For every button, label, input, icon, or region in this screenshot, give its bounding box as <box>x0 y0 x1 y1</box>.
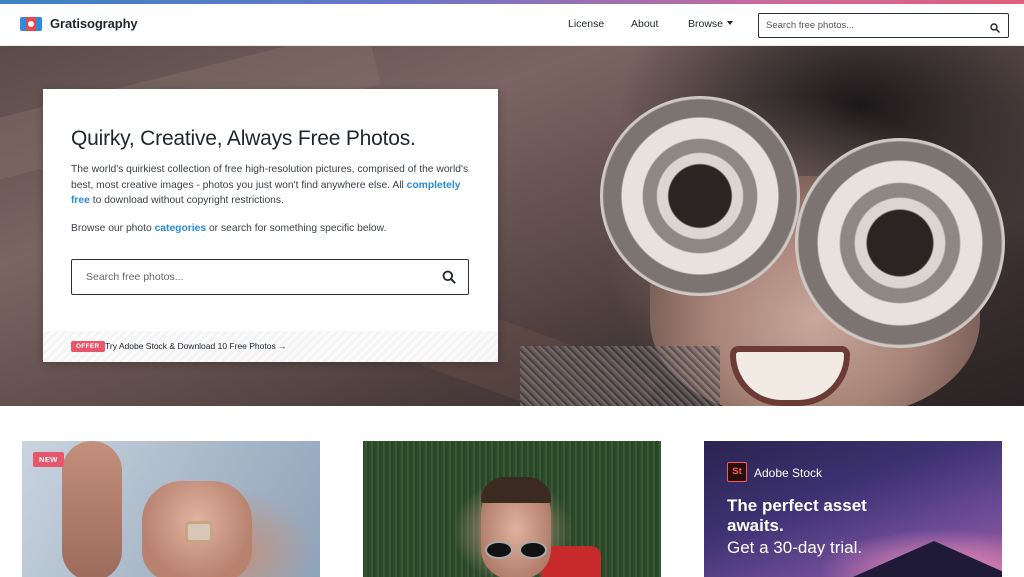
search-icon[interactable] <box>990 20 1000 38</box>
browse-text: Browse our photo <box>71 223 155 234</box>
adobe-stock-logo-icon: St <box>727 462 747 482</box>
header-search-input[interactable] <box>766 18 976 33</box>
browse-categories-text: Browse our photo categories or search fo… <box>71 223 386 234</box>
hero-description: The world's quirkiest collection of free… <box>71 162 476 209</box>
hero-description-text: to download without copyright restrictio… <box>89 195 284 206</box>
categories-link[interactable]: categories <box>155 223 207 234</box>
nav-browse-label: Browse <box>688 18 724 30</box>
photo-tile-sunglasses-man[interactable] <box>363 441 661 577</box>
tile-photo-sunglasses <box>485 541 513 559</box>
arrow-right-icon: → <box>278 341 287 351</box>
offer-text: Try Adobe Stock & Download 10 Free Photo… <box>105 341 276 351</box>
site-header: Gratisography License About Browse <box>0 4 1024 46</box>
tile-photo-arm <box>62 441 122 577</box>
ad-headline: The perfect asset awaits. <box>727 496 867 535</box>
hero-photo-jacket <box>520 346 720 406</box>
logo-icon <box>20 16 42 31</box>
tile-photo-sunglasses <box>519 541 547 559</box>
adobe-stock-offer-link[interactable]: Try Adobe Stock & Download 10 Free Photo… <box>105 341 287 351</box>
header-search-box <box>758 13 1009 38</box>
hero-search-input[interactable] <box>86 270 416 284</box>
hero-photo-goggle-right <box>795 138 1005 348</box>
site-logo[interactable]: Gratisography <box>20 16 138 31</box>
photo-tile-fist-ring[interactable]: NEW <box>22 441 320 577</box>
nav-license-link[interactable]: License <box>568 18 604 30</box>
tile-photo-ring <box>185 521 213 543</box>
adobe-stock-ad-tile[interactable]: St Adobe Stock The perfect asset awaits.… <box>704 441 1002 577</box>
nav-browse-dropdown[interactable]: Browse <box>688 18 734 30</box>
brand-name: Gratisography <box>50 16 138 31</box>
hero-search-box <box>71 259 469 295</box>
tile-photo-hair <box>481 477 551 503</box>
hero-title: Quirky, Creative, Always Free Photos. <box>71 127 416 150</box>
search-icon[interactable] <box>442 270 456 289</box>
hero-photo-goggle-left <box>600 96 800 296</box>
chevron-down-icon <box>727 21 734 25</box>
adobe-stock-name: Adobe Stock <box>754 466 823 480</box>
offer-badge: OFFER <box>71 341 105 352</box>
hero-card: Quirky, Creative, Always Free Photos. Th… <box>43 89 498 362</box>
new-badge: NEW <box>33 452 64 467</box>
nav-about-link[interactable]: About <box>631 18 658 30</box>
ad-mountain-graphic <box>844 541 1002 577</box>
offer-row: OFFER Try Adobe Stock & Download 10 Free… <box>43 331 498 362</box>
browse-text: or search for something specific below. <box>206 223 387 234</box>
ad-subheadline: Get a 30-day trial. <box>727 538 863 557</box>
